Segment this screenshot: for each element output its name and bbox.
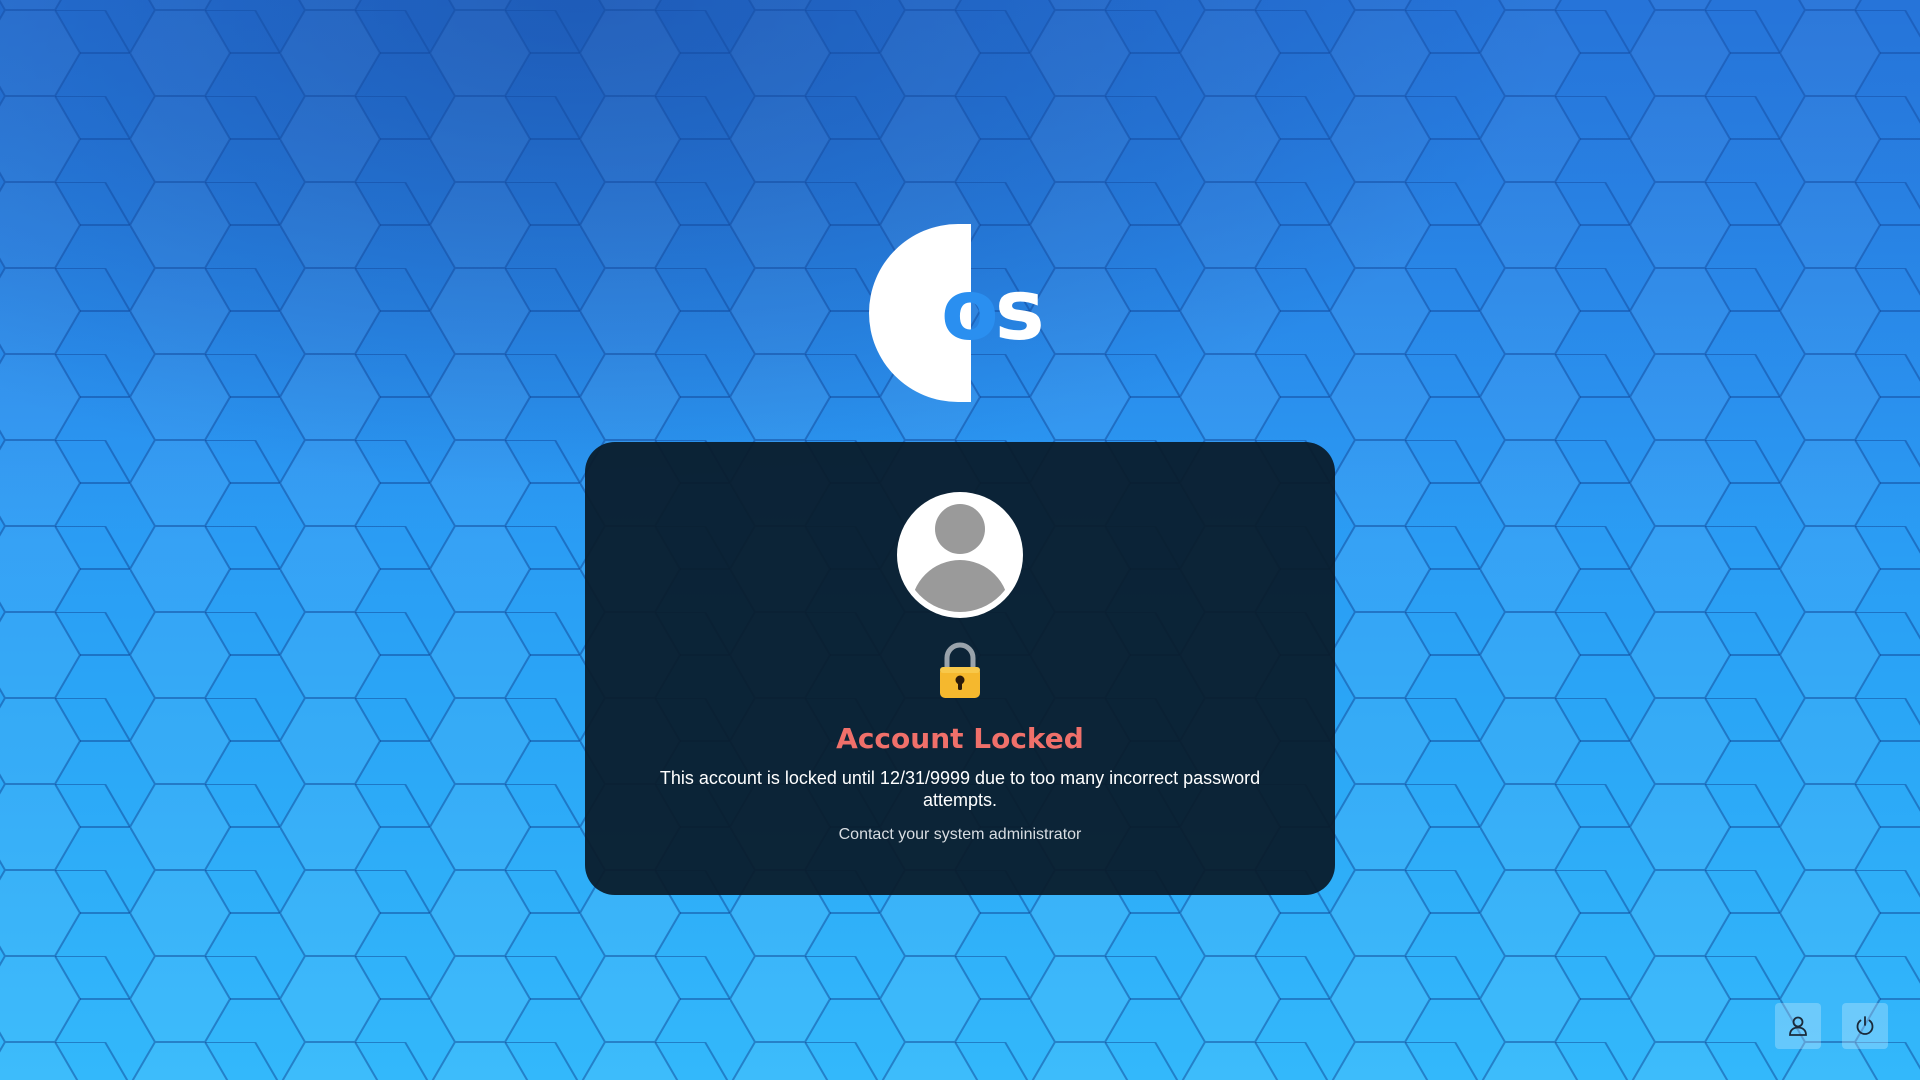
user-avatar-icon [897, 492, 1023, 618]
os-logo: os [869, 224, 1051, 404]
avatar-inner [903, 498, 1017, 612]
switch-user-button[interactable] [1775, 1003, 1821, 1049]
logo-text: os [941, 268, 1045, 352]
avatar-body [911, 560, 1009, 612]
padlock-icon [940, 642, 980, 698]
power-button[interactable] [1842, 1003, 1888, 1049]
lock-message: This account is locked until 12/31/9999 … [659, 768, 1261, 810]
logo-o: o [941, 261, 999, 359]
contact-admin-text: Contact your system administrator [838, 826, 1082, 843]
user-icon [1789, 1016, 1807, 1036]
title: Account Locked [836, 722, 1084, 755]
account-locked-card: Account Locked This account is locked un… [585, 442, 1335, 895]
avatar-head [935, 504, 985, 554]
logo-s: s [994, 261, 1045, 359]
power-icon [1856, 1016, 1874, 1035]
